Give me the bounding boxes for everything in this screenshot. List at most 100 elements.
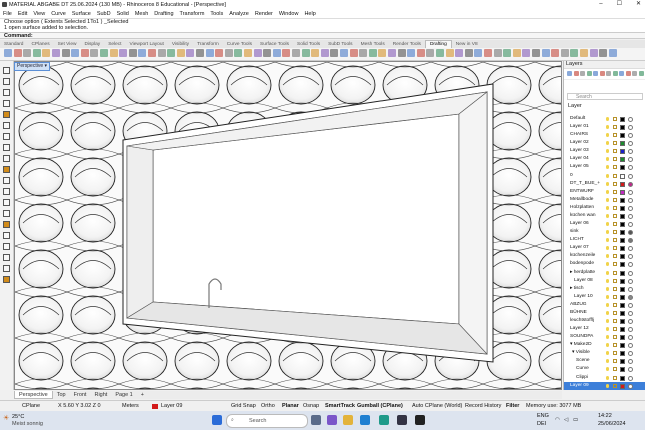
tab-transform[interactable]: Transform [193,41,223,48]
toolbar-tool-icon[interactable] [484,49,492,57]
layer-row[interactable]: leuchtstofflj [564,317,645,325]
clock-time[interactable]: 14:22 [598,413,612,419]
layer-row[interactable]: LICHT [564,236,645,244]
layer-visibility-icon[interactable] [606,230,609,235]
layer-color-swatch[interactable] [620,213,625,219]
layer-material-swatch[interactable] [628,343,633,349]
left-tool-icon[interactable] [3,89,10,96]
layer-lock-icon[interactable] [613,343,617,348]
left-tool-icon[interactable] [3,166,10,173]
layer-visibility-icon[interactable] [606,205,609,210]
command-prompt[interactable]: Command: [0,32,645,39]
layer-color-swatch[interactable] [620,181,625,187]
layer-lock-icon[interactable] [613,165,617,170]
toolbar-tool-icon[interactable] [253,49,262,57]
tab-top[interactable]: Top [53,391,70,399]
toolbar-tool-icon[interactable] [436,49,444,57]
layer-lock-icon[interactable] [613,278,617,283]
toolbar-tool-icon[interactable] [320,49,329,57]
layer-tool-icon[interactable] [567,71,572,76]
layer-color-swatch[interactable] [620,310,625,316]
tab-perspective[interactable]: Perspective [14,391,53,399]
layer-row[interactable]: ENTWURF [564,188,645,196]
rhino-icon[interactable] [415,415,425,425]
layer-row[interactable]: Curve [564,365,645,373]
left-tool-icon[interactable] [3,78,10,85]
menu-drafting[interactable]: Drafting [151,11,176,17]
layer-visibility-icon[interactable] [606,246,609,251]
toolbar-tool-icon[interactable] [80,49,89,57]
layer-tool-icon[interactable] [599,71,605,76]
layer-visibility-icon[interactable] [606,238,609,243]
layer-row[interactable]: ▸ tisch [564,285,645,293]
layer-material-swatch[interactable] [628,351,633,357]
menu-file[interactable]: File [0,11,15,17]
layer-row[interactable]: küchen wan [564,212,645,220]
layer-visibility-icon[interactable] [606,262,609,267]
layer-material-swatch[interactable] [628,181,633,187]
layer-lock-icon[interactable] [613,286,617,291]
toolbar-tool-icon[interactable] [522,49,531,57]
language-secondary[interactable]: DEI [537,421,546,427]
close-button[interactable]: ✕ [636,0,641,9]
layer-lock-icon[interactable] [613,367,617,372]
toolbar-tool-icon[interactable] [71,49,80,57]
layer-lock-icon[interactable] [613,222,617,227]
menu-window[interactable]: Window [276,11,302,17]
layer-lock-icon[interactable] [613,181,617,186]
toolbar-tool-icon[interactable] [42,49,51,57]
layer-color-swatch[interactable] [620,222,625,228]
toolbar-tool-icon[interactable] [263,49,272,57]
layer-visibility-icon[interactable] [606,117,609,121]
menu-view[interactable]: View [30,11,48,17]
toolbar-tool-icon[interactable] [551,49,560,57]
layer-lock-icon[interactable] [613,157,617,162]
layer-material-swatch[interactable] [628,133,633,139]
toolbar-tool-icon[interactable] [52,49,60,57]
layer-color-swatch[interactable] [620,383,625,389]
layer-visibility-icon[interactable] [606,197,609,202]
layer-row[interactable]: ABZUG [564,301,645,309]
layer-color-swatch[interactable] [620,343,625,349]
layer-tool-icon[interactable] [580,71,585,76]
menu-mesh[interactable]: Mesh [132,11,151,17]
layer-material-swatch[interactable] [628,367,633,373]
left-tool-icon[interactable] [3,188,10,195]
toolbar-tool-icon[interactable] [224,49,233,57]
tab-set-view[interactable]: Set View [54,41,81,48]
battery-icon[interactable]: ▭ [573,417,578,423]
layer-material-swatch[interactable] [628,117,633,122]
layer-color-swatch[interactable] [620,205,625,211]
menu-solid[interactable]: Solid [114,11,132,17]
layer-color-swatch[interactable] [620,319,625,324]
layer-row[interactable]: Layer 02 [564,139,645,147]
layer-row[interactable]: CHAIRS [564,131,645,139]
start-icon[interactable] [212,415,222,425]
toolbar-tool-icon[interactable] [186,49,195,57]
layer-lock-icon[interactable] [613,125,617,130]
layer-color-swatch[interactable] [620,302,625,308]
toolbar-tool-icon[interactable] [176,49,185,57]
toolbar-tool-icon[interactable] [301,49,310,57]
layer-color-swatch[interactable] [620,189,625,195]
layer-visibility-icon[interactable] [606,351,609,356]
layer-row[interactable]: 0 [564,172,645,180]
perspective-viewport[interactable] [14,61,562,390]
maximize-button[interactable]: ☐ [617,0,622,9]
volume-icon[interactable]: ◁ [564,417,568,423]
layer-color-swatch[interactable] [620,294,625,300]
layer-lock-icon[interactable] [613,213,617,218]
layer-color-swatch[interactable] [620,246,625,252]
layer-lock-icon[interactable] [613,117,617,121]
toolbar-tool-icon[interactable] [388,49,396,57]
tab-solid-tools[interactable]: Solid Tools [293,41,324,48]
layer-lock-icon[interactable] [613,246,617,251]
toolbar-tool-icon[interactable] [349,49,358,57]
layer-row[interactable]: Layer 09 [564,381,645,390]
layer-color-swatch[interactable] [620,367,625,373]
tab-drafting[interactable]: Drafting [424,40,452,48]
toolbar-tool-icon[interactable] [90,49,99,57]
toolbar-tool-icon[interactable] [244,49,252,57]
layer-material-swatch[interactable] [628,141,633,147]
toolbar-tool-icon[interactable] [541,49,550,57]
